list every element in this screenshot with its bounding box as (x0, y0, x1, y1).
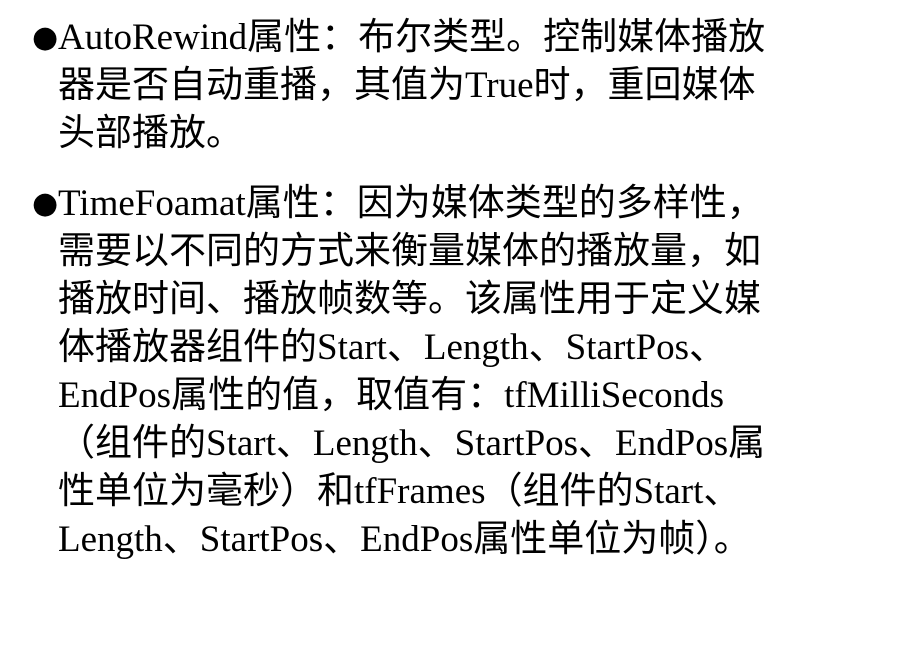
text-line: Length、StartPos、EndPos属性单位为帧）。 (58, 519, 751, 560)
text-line: 需要以不同的方式来衡量媒体的播放量，如 (58, 231, 761, 272)
bullet-text-block: TimeFoamat属性：因为媒体类型的多样性， 需要以不同的方式来衡量媒体的播… (58, 180, 907, 564)
bullet-disc-icon: ● (32, 20, 59, 55)
text-line: AutoRewind属性：布尔类型。控制媒体播放 (58, 17, 766, 58)
bullet-item-autorewind: ● AutoRewind属性：布尔类型。控制媒体播放 器是否自动重播，其值为Tr… (8, 14, 907, 158)
slide-canvas: ● AutoRewind属性：布尔类型。控制媒体播放 器是否自动重播，其值为Tr… (0, 0, 915, 671)
text-line: （组件的Start、Length、StartPos、EndPos属 (58, 423, 766, 464)
text-line: 器是否自动重播，其值为True时，重回媒体 (58, 65, 756, 106)
bullet-item-timefoamat: ● TimeFoamat属性：因为媒体类型的多样性， 需要以不同的方式来衡量媒体… (8, 180, 907, 564)
bullet-text-block: AutoRewind属性：布尔类型。控制媒体播放 器是否自动重播，其值为True… (58, 14, 907, 158)
text-line: TimeFoamat属性：因为媒体类型的多样性， (58, 183, 764, 224)
text-line: 头部播放。 (58, 113, 243, 154)
text-line: 性单位为毫秒）和tfFrames（组件的Start、 (58, 471, 741, 512)
bullet-disc-icon: ● (32, 186, 59, 221)
bullet-row: ● AutoRewind属性：布尔类型。控制媒体播放 器是否自动重播，其值为Tr… (8, 14, 907, 158)
bullet-row: ● TimeFoamat属性：因为媒体类型的多样性， 需要以不同的方式来衡量媒体… (8, 180, 907, 564)
text-line: 体播放器组件的Start、Length、StartPos、 (58, 327, 727, 368)
text-line: EndPos属性的值，取值有：tfMilliSeconds (58, 375, 725, 416)
text-line: 播放时间、播放帧数等。该属性用于定义媒 (58, 279, 761, 320)
